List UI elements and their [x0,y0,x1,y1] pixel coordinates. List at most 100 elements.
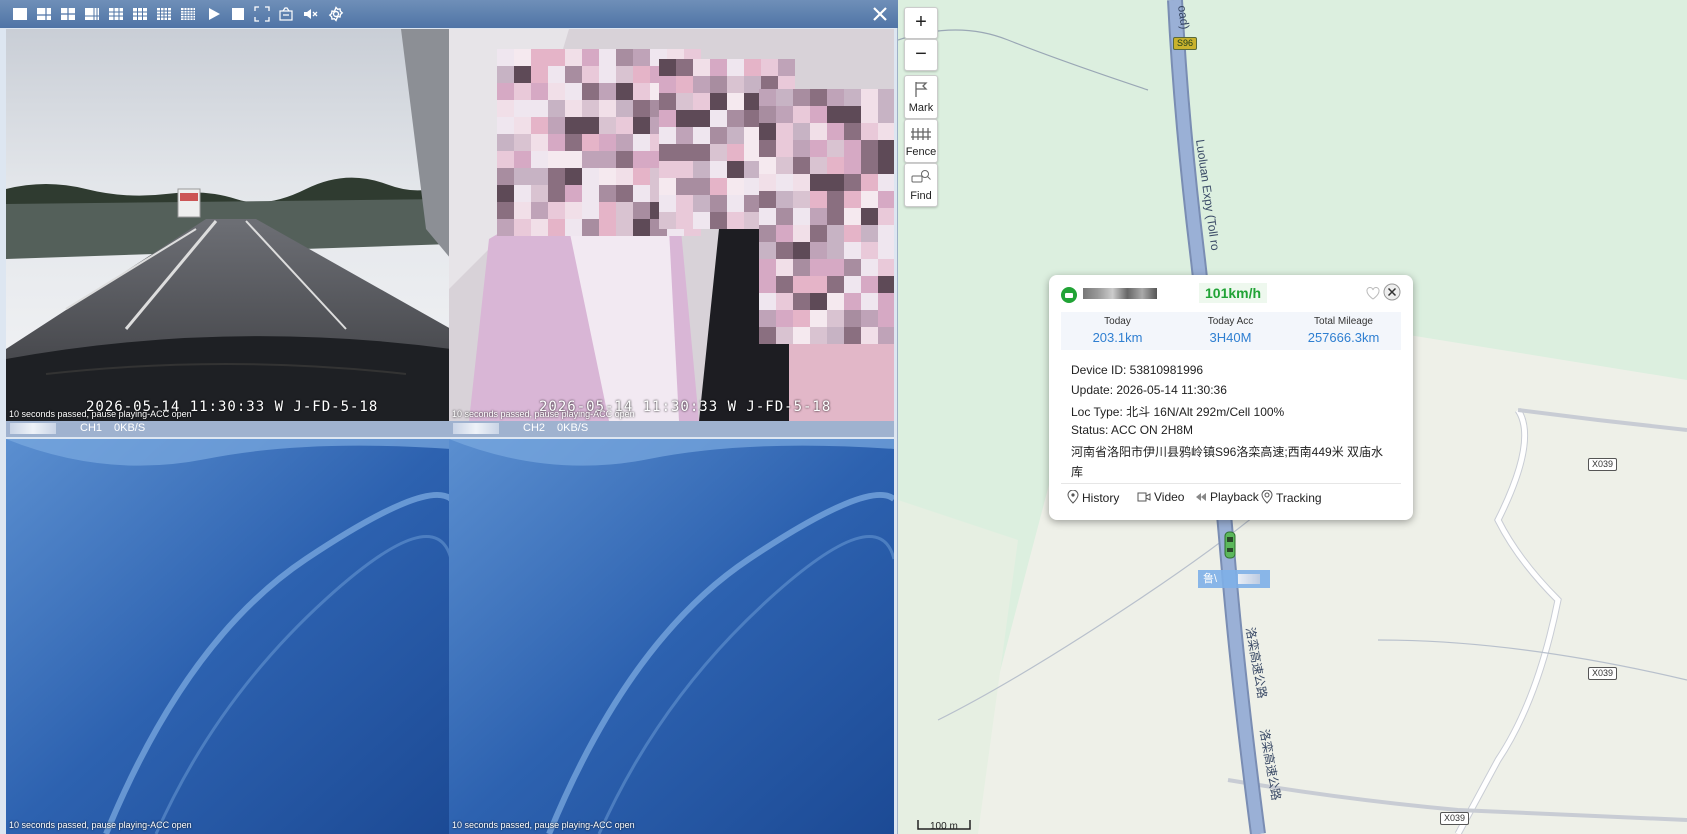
mosaic-block [497,151,514,168]
favorite-heart-icon[interactable] [1365,285,1381,301]
mosaic-block [676,110,693,127]
mosaic-block [633,134,650,151]
layout-3x3-b-icon[interactable] [132,6,148,22]
play-icon[interactable] [206,6,222,22]
mosaic-block [827,174,844,191]
settings-icon[interactable] [328,6,344,22]
mosaic-block [727,195,744,212]
layout-5x5-icon[interactable] [180,6,196,22]
mosaic-block [565,49,582,66]
tracking-button[interactable]: Tracking [1261,489,1322,505]
video-status-message: 10 seconds passed, pause playing-ACC ope… [9,409,192,419]
capture-icon[interactable] [278,6,294,22]
mosaic-block [810,293,827,310]
mosaic-block [776,106,793,123]
video-cell-ch2[interactable]: 2026-05-14 11:30:33 W J-FD-5-18 10 secon… [449,29,894,421]
channel-bar-ch2: ⏏ CH2 0KB/S [449,421,894,437]
vehicle-marker-icon[interactable] [1222,531,1238,559]
mosaic-block [844,157,861,174]
mosaic-block [633,100,650,117]
speed-value: 101km/h [1199,283,1268,303]
mosaic-block [531,168,548,185]
mosaic-block [744,161,761,178]
history-button[interactable]: History [1067,489,1119,505]
mosaic-block [878,174,894,191]
video-button[interactable]: Video [1137,490,1184,504]
mosaic-block [810,191,827,208]
mosaic-block [759,208,776,225]
video-camera-icon [1137,492,1151,502]
vehicle-tag[interactable]: 鲁\ [1198,570,1270,588]
mosaic-block [844,123,861,140]
bitrate-label: 0KB/S [557,422,589,434]
mosaic-block [565,202,582,219]
mosaic-block [582,100,599,117]
mosaic-block [761,59,778,76]
mosaic-block [861,293,878,310]
stat-label: Today Acc [1207,316,1254,327]
mosaic-block [676,93,693,110]
video-cell-ch3[interactable]: 10 seconds passed, pause playing-ACC ope… [6,439,451,834]
layout-4x4-icon[interactable] [156,6,172,22]
fullscreen-icon[interactable] [254,6,270,22]
mosaic-block [659,76,676,93]
close-video-button[interactable] [870,4,890,24]
x039-label: X039 [1588,458,1618,471]
mosaic-block [514,151,531,168]
mute-icon[interactable] [302,6,318,22]
layout-1x1-icon[interactable] [12,6,28,22]
layout-1-plus-5-icon[interactable] [36,6,52,22]
mosaic-block [548,134,565,151]
mosaic-block [744,127,761,144]
mosaic-block [676,127,693,144]
vehicle-info-popup: 101km/h Today 203.1km Today Acc 3H40M To… [1049,275,1413,520]
layout-3x3-a-icon[interactable] [108,6,124,22]
mosaic-block [531,202,548,219]
mosaic-block [582,117,599,134]
mosaic-block [565,134,582,151]
mosaic-block [582,219,599,236]
mosaic-block [633,151,650,168]
video-cell-ch1[interactable]: 2026-05-14 11:30:33 W J-FD-5-18 10 secon… [6,29,451,421]
mosaic-block [861,140,878,157]
playback-button[interactable]: Playback [1195,490,1259,504]
close-popup-icon[interactable] [1383,283,1401,301]
mosaic-block [844,276,861,293]
fence-button[interactable]: Fence [904,119,938,163]
mosaic-block [727,144,744,161]
mosaic-block [776,293,793,310]
mosaic-block [616,168,633,185]
video-cell-ch4[interactable]: 10 seconds passed, pause playing-ACC ope… [449,439,894,834]
stat-value: 3H40M [1209,330,1252,345]
stop-icon[interactable] [230,6,246,22]
mosaic-block [810,208,827,225]
find-button[interactable]: Find [904,163,938,207]
rewind-icon [1196,493,1206,501]
layout-2x2-icon[interactable] [60,6,76,22]
zoom-out-button[interactable]: − [904,39,938,71]
mosaic-block [616,151,633,168]
mosaic-block [727,178,744,195]
mosaic-block [565,66,582,83]
mosaic-block [616,66,633,83]
mosaic-block [727,76,744,93]
mosaic-block [727,127,744,144]
zoom-in-button[interactable]: + [904,7,938,39]
plate-redacted [453,423,499,434]
idle-background [449,439,894,834]
idle-background [6,439,451,834]
mark-button[interactable]: Mark [904,75,938,119]
mosaic-block [776,174,793,191]
stat-label: Total Mileage [1314,316,1373,327]
mosaic-block [548,100,565,117]
mosaic-block [793,157,810,174]
mosaic-block [599,185,616,202]
mosaic-block [659,127,676,144]
mosaic-block [531,100,548,117]
mosaic-block [693,195,710,212]
mosaic-block [878,225,894,242]
mosaic-block [759,242,776,259]
layout-1-plus-7-icon[interactable] [84,6,100,22]
mosaic-block [810,259,827,276]
channel-bar-ch1: ⏏ CH1 0KB/S [6,421,451,437]
